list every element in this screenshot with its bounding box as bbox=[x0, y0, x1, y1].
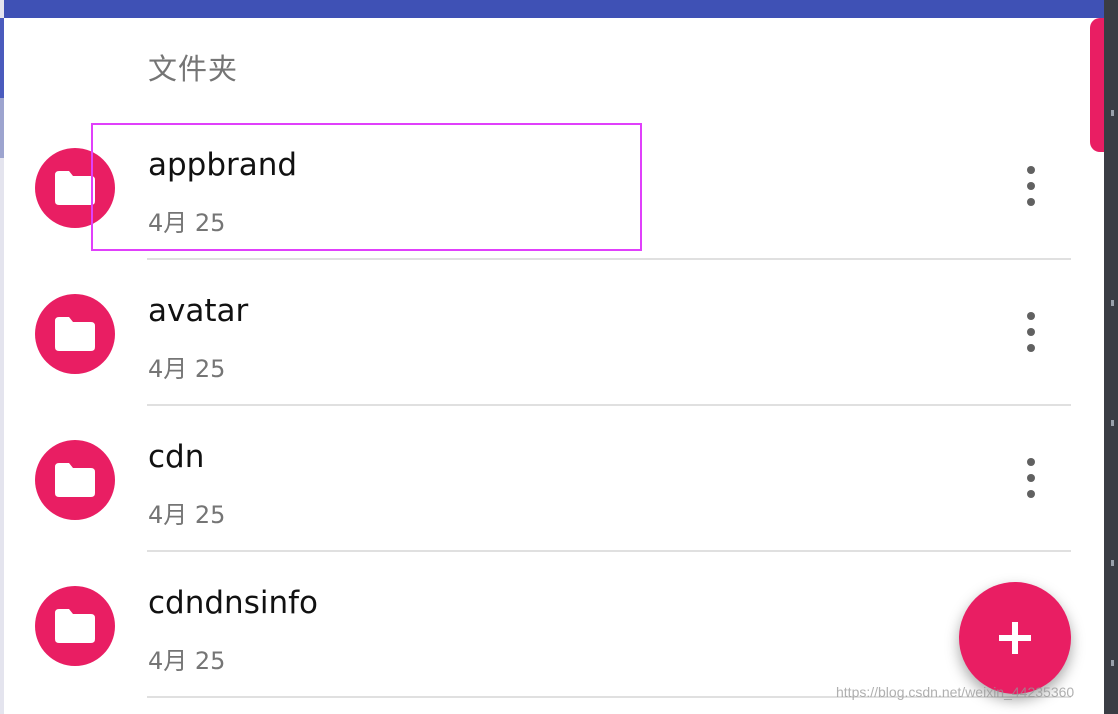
right-scroll-strip bbox=[1104, 0, 1118, 714]
folder-row[interactable]: cdn 4月 25 bbox=[0, 406, 1090, 552]
folder-icon bbox=[55, 609, 95, 643]
folder-icon bbox=[55, 317, 95, 351]
more-options-icon[interactable] bbox=[1020, 166, 1042, 206]
folder-date: 4月 25 bbox=[148, 501, 226, 529]
more-options-icon[interactable] bbox=[1020, 458, 1042, 498]
strip-tick bbox=[1111, 300, 1114, 306]
plus-icon bbox=[999, 622, 1031, 654]
folder-avatar bbox=[35, 148, 115, 228]
folder-avatar bbox=[35, 586, 115, 666]
section-header: 文件夹 bbox=[148, 52, 239, 86]
side-tab[interactable] bbox=[1090, 18, 1104, 152]
more-options-icon[interactable] bbox=[1020, 312, 1042, 352]
folder-name: cdndnsinfo bbox=[148, 585, 318, 621]
folder-avatar bbox=[35, 294, 115, 374]
folder-row[interactable]: cdndnsinfo 4月 25 bbox=[0, 552, 1090, 698]
strip-tick bbox=[1111, 560, 1114, 566]
folder-name: appbrand bbox=[148, 147, 298, 183]
strip-tick bbox=[1111, 660, 1114, 666]
watermark-text: https://blog.csdn.net/weixin_44235360 bbox=[836, 684, 1075, 700]
app-bar bbox=[0, 0, 1104, 18]
folder-date: 4月 25 bbox=[148, 209, 226, 237]
folder-icon bbox=[55, 463, 95, 497]
folder-avatar bbox=[35, 440, 115, 520]
folder-date: 4月 25 bbox=[148, 647, 226, 675]
folder-name: avatar bbox=[148, 293, 249, 329]
folder-list: appbrand 4月 25 avatar 4月 25 cdn 4月 25 cd… bbox=[0, 114, 1090, 698]
folder-row[interactable]: appbrand 4月 25 bbox=[0, 114, 1090, 260]
folder-row[interactable]: avatar 4月 25 bbox=[0, 260, 1090, 406]
strip-tick bbox=[1111, 420, 1114, 426]
folder-date: 4月 25 bbox=[148, 355, 226, 383]
file-manager-window: 文件夹 appbrand 4月 25 avatar 4月 25 cdn 4月 2… bbox=[0, 0, 1118, 714]
left-edge-accent bbox=[0, 18, 4, 98]
folder-icon bbox=[55, 171, 95, 205]
strip-tick bbox=[1111, 110, 1114, 116]
add-folder-button[interactable] bbox=[959, 582, 1071, 694]
folder-name: cdn bbox=[148, 439, 205, 475]
